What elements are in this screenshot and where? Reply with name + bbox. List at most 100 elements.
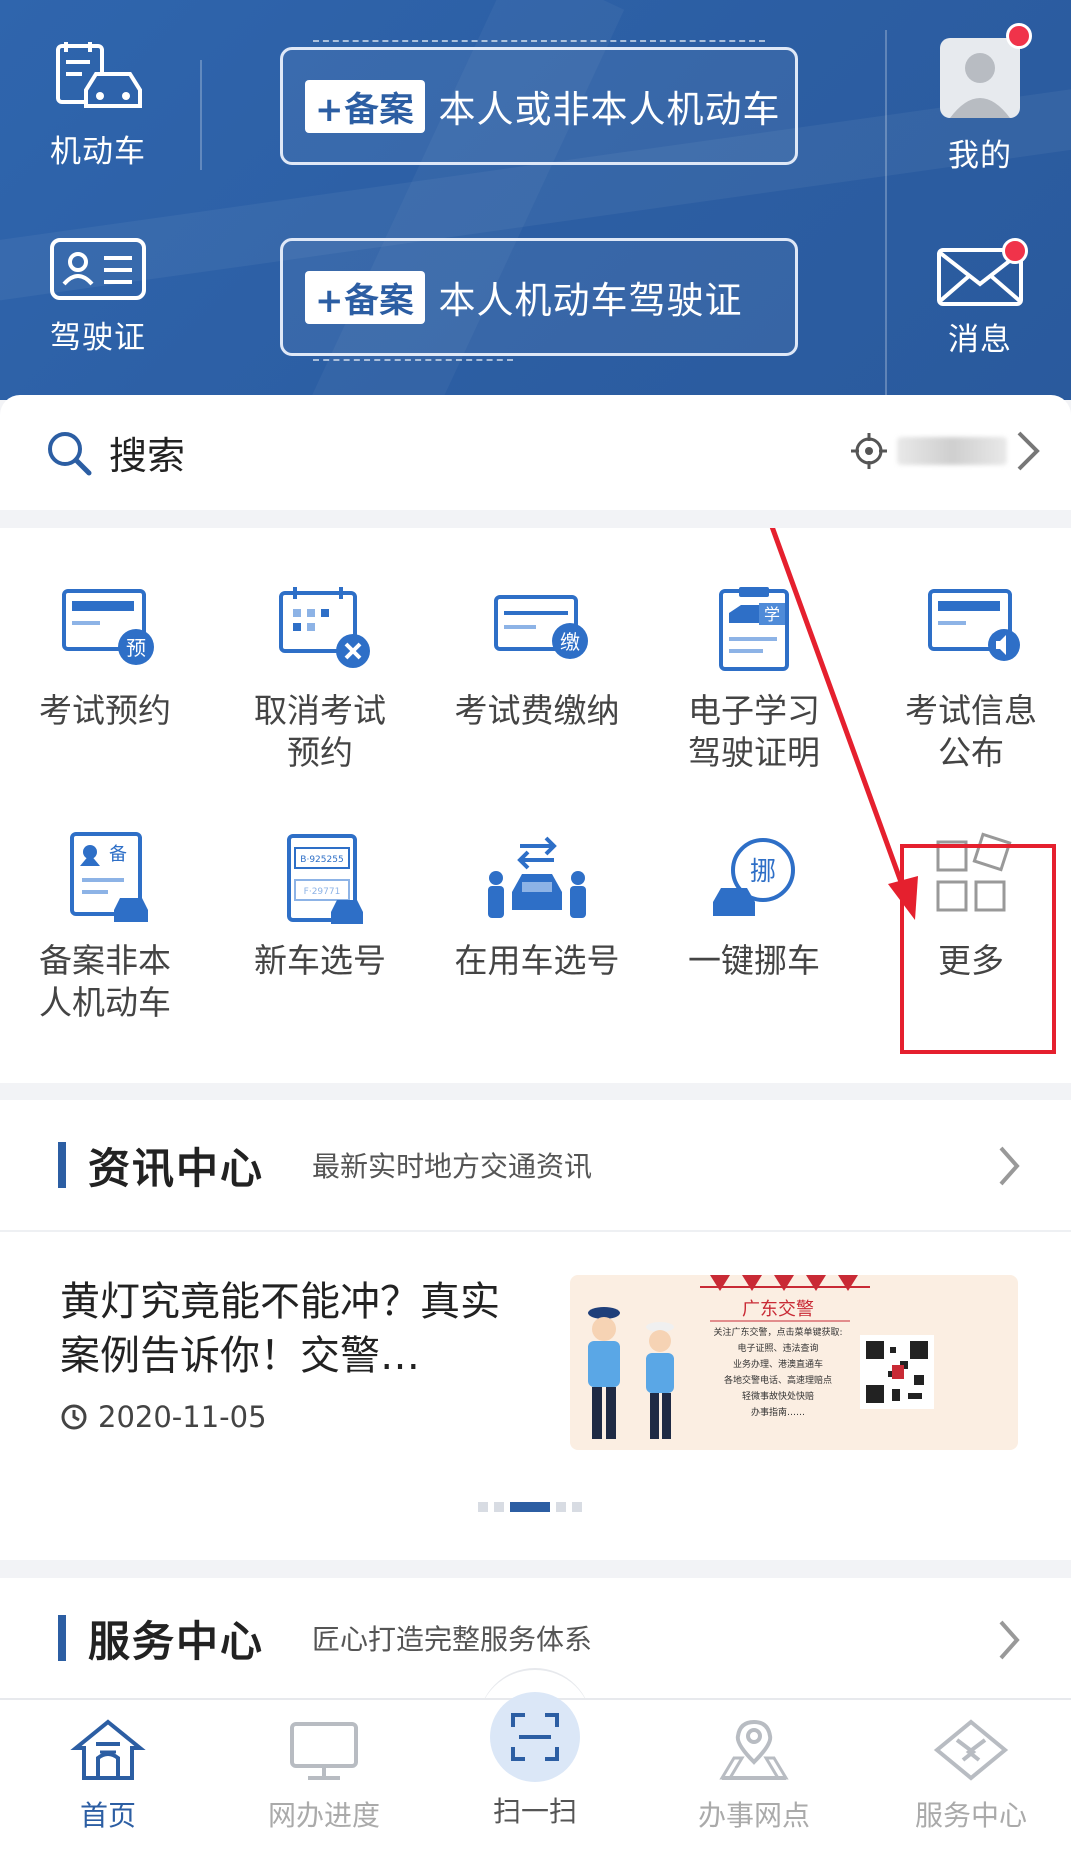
nav-label: 办事网点 bbox=[697, 1799, 810, 1832]
record-license-button[interactable]: +备案 本人机动车驾驶证 bbox=[280, 238, 798, 361]
service-record-vehicle[interactable]: 备 备案非本 人机动车 bbox=[5, 828, 205, 1024]
service-label: 电子学习 驾驶证明 bbox=[688, 691, 820, 772]
license-card-icon bbox=[50, 238, 146, 300]
mine-unread-dot bbox=[1006, 23, 1032, 49]
news-article-title[interactable]: 黄灯究竟能不能冲？真实案例告诉你！交警… bbox=[60, 1275, 530, 1383]
svg-text:缴: 缴 bbox=[560, 630, 580, 654]
record-vehicle-icon: 备 bbox=[70, 832, 148, 922]
service-new-plate[interactable]: B·925255 F·29771 新车选号 bbox=[220, 828, 420, 982]
service-e-learning[interactable]: 学 电子学习 驾驶证明 bbox=[654, 578, 854, 774]
news-article-image[interactable]: 广东交警 关注广东交警，点击菜单键获取: 电子证照、违法查询 业务办理、港澳直通… bbox=[570, 1275, 1018, 1450]
section-subtitle: 匠心打造完整服务体系 bbox=[312, 1623, 593, 1656]
svg-text:关注广东交警，点击菜单键获取:: 关注广东交警，点击菜单键获取: bbox=[713, 1326, 842, 1338]
svg-text:电子证照、违法查询: 电子证照、违法查询 bbox=[737, 1342, 818, 1354]
record-badge: +备案 bbox=[305, 79, 425, 133]
highlight-box bbox=[900, 844, 1056, 1054]
chevron-right-icon bbox=[999, 1620, 1020, 1660]
service-exam-info[interactable]: 考试信息 公布 bbox=[871, 578, 1071, 774]
svg-text:业务办理、港澳直通车: 业务办理、港澳直通车 bbox=[733, 1358, 823, 1370]
section-subtitle: 最新实时地方交通资讯 bbox=[312, 1150, 593, 1183]
carousel-indicator bbox=[478, 1502, 588, 1512]
clock-icon bbox=[61, 1404, 87, 1430]
service-label: 一键挪车 bbox=[688, 941, 820, 980]
service-label: 考试费缴纳 bbox=[454, 691, 620, 730]
service-exam-fee[interactable]: 缴 考试费缴纳 bbox=[437, 578, 637, 732]
record-vehicle-button[interactable]: +备案 本人或非本人机动车 bbox=[280, 40, 798, 165]
location-selector[interactable] bbox=[849, 429, 1041, 473]
message-label: 消息 bbox=[948, 322, 1012, 358]
nav-service[interactable]: 服务中心 bbox=[871, 1718, 1071, 1834]
service-label: 考试预约 bbox=[39, 691, 171, 730]
nav-label: 扫一扫 bbox=[492, 1795, 577, 1828]
service-used-plate[interactable]: 在用车选号 bbox=[437, 828, 637, 982]
license-entry[interactable]: 驾驶证 bbox=[36, 236, 160, 357]
monitor-icon bbox=[290, 1722, 358, 1780]
scan-frame-icon bbox=[511, 1713, 559, 1761]
location-pin-icon bbox=[719, 1719, 789, 1780]
svg-text:F·29771: F·29771 bbox=[304, 887, 341, 897]
chevron-right-icon bbox=[1017, 431, 1040, 471]
service-label: 取消考试 预约 bbox=[254, 691, 386, 772]
locate-icon bbox=[851, 433, 887, 469]
service-label: 考试信息 公布 bbox=[905, 691, 1037, 772]
home-icon bbox=[70, 1719, 146, 1780]
exam-fee-icon: 缴 bbox=[494, 595, 588, 659]
exam-info-icon bbox=[928, 589, 1020, 661]
location-text-blurred bbox=[897, 437, 1007, 465]
section-bar bbox=[58, 1142, 66, 1188]
section-title: 资讯中心 bbox=[88, 1143, 265, 1193]
scan-button[interactable] bbox=[490, 1692, 580, 1782]
chevron-right-icon bbox=[999, 1146, 1020, 1186]
search-icon bbox=[48, 431, 92, 475]
news-section: 资讯中心 最新实时地方交通资讯 黄灯究竟能不能冲？真实案例告诉你！交警… 202… bbox=[0, 1100, 1071, 1560]
service-move-car[interactable]: 挪 一键挪车 bbox=[654, 828, 854, 982]
header-banner: 机动车 驾驶证 +备案 本人或非本人机动车 +备案 本人机动车驾驶证 我的 消息 bbox=[0, 0, 1071, 400]
svg-text:各地交警电话、高速理赔点: 各地交警电话、高速理赔点 bbox=[724, 1374, 832, 1386]
icon-badge: 预 bbox=[126, 636, 146, 660]
search-label: 搜索 bbox=[109, 434, 186, 478]
nav-outlets[interactable]: 办事网点 bbox=[654, 1718, 854, 1834]
record-vehicle-text: 本人或非本人机动车 bbox=[438, 88, 781, 131]
section-title: 服务中心 bbox=[88, 1616, 265, 1666]
license-label: 驾驶证 bbox=[50, 320, 146, 356]
record-badge: +备案 bbox=[305, 270, 425, 324]
nav-label: 网办进度 bbox=[267, 1799, 380, 1832]
svg-text:轻微事故快处快赔: 轻微事故快处快赔 bbox=[742, 1390, 814, 1402]
svg-text:办事指南……: 办事指南…… bbox=[751, 1406, 805, 1418]
nav-label: 首页 bbox=[79, 1799, 136, 1832]
section-bar bbox=[58, 1615, 66, 1661]
nav-label: 服务中心 bbox=[914, 1799, 1027, 1832]
divider bbox=[885, 30, 887, 400]
police-poster-image: 广东交警 关注广东交警，点击菜单键获取: 电子证照、违法查询 业务办理、港澳直通… bbox=[588, 1275, 934, 1439]
nav-home[interactable]: 首页 bbox=[8, 1718, 208, 1834]
user-avatar-icon bbox=[950, 53, 1010, 118]
record-license-text: 本人机动车驾驶证 bbox=[438, 279, 743, 322]
service-label: 备案非本 人机动车 bbox=[39, 941, 171, 1022]
new-plate-icon: B·925255 F·29771 bbox=[287, 834, 363, 924]
vehicle-entry[interactable]: 机动车 bbox=[36, 40, 160, 171]
svg-text:广东交警: 广东交警 bbox=[742, 1299, 814, 1320]
vehicle-label: 机动车 bbox=[50, 134, 146, 170]
search-card: 搜索 bbox=[0, 395, 1071, 510]
cancel-exam-icon bbox=[279, 587, 370, 668]
service-cancel-exam[interactable]: 取消考试 预约 bbox=[220, 578, 420, 774]
used-plate-icon bbox=[488, 836, 586, 918]
mine-label: 我的 bbox=[948, 138, 1012, 174]
svg-text:B·925255: B·925255 bbox=[300, 855, 343, 865]
e-learning-icon: 学 bbox=[719, 587, 789, 671]
news-article-date: 2020-11-05 bbox=[60, 1400, 267, 1434]
nav-progress[interactable]: 网办进度 bbox=[224, 1718, 424, 1834]
message-unread-dot bbox=[1002, 238, 1028, 264]
news-header[interactable]: 资讯中心 最新实时地方交通资讯 bbox=[0, 1100, 1071, 1230]
service-label: 在用车选号 bbox=[454, 941, 620, 980]
mine-entry[interactable]: 我的 bbox=[930, 38, 1030, 175]
exam-booking-icon: 预 bbox=[62, 589, 154, 665]
divider bbox=[200, 60, 202, 170]
move-car-icon: 挪 bbox=[713, 838, 795, 916]
service-exam-booking[interactable]: 预 考试预约 bbox=[5, 578, 205, 732]
service-label: 新车选号 bbox=[254, 941, 386, 980]
svg-text:备: 备 bbox=[109, 844, 127, 865]
avatar bbox=[940, 38, 1020, 118]
svg-text:学: 学 bbox=[764, 605, 780, 624]
svg-text:挪: 挪 bbox=[750, 857, 776, 887]
